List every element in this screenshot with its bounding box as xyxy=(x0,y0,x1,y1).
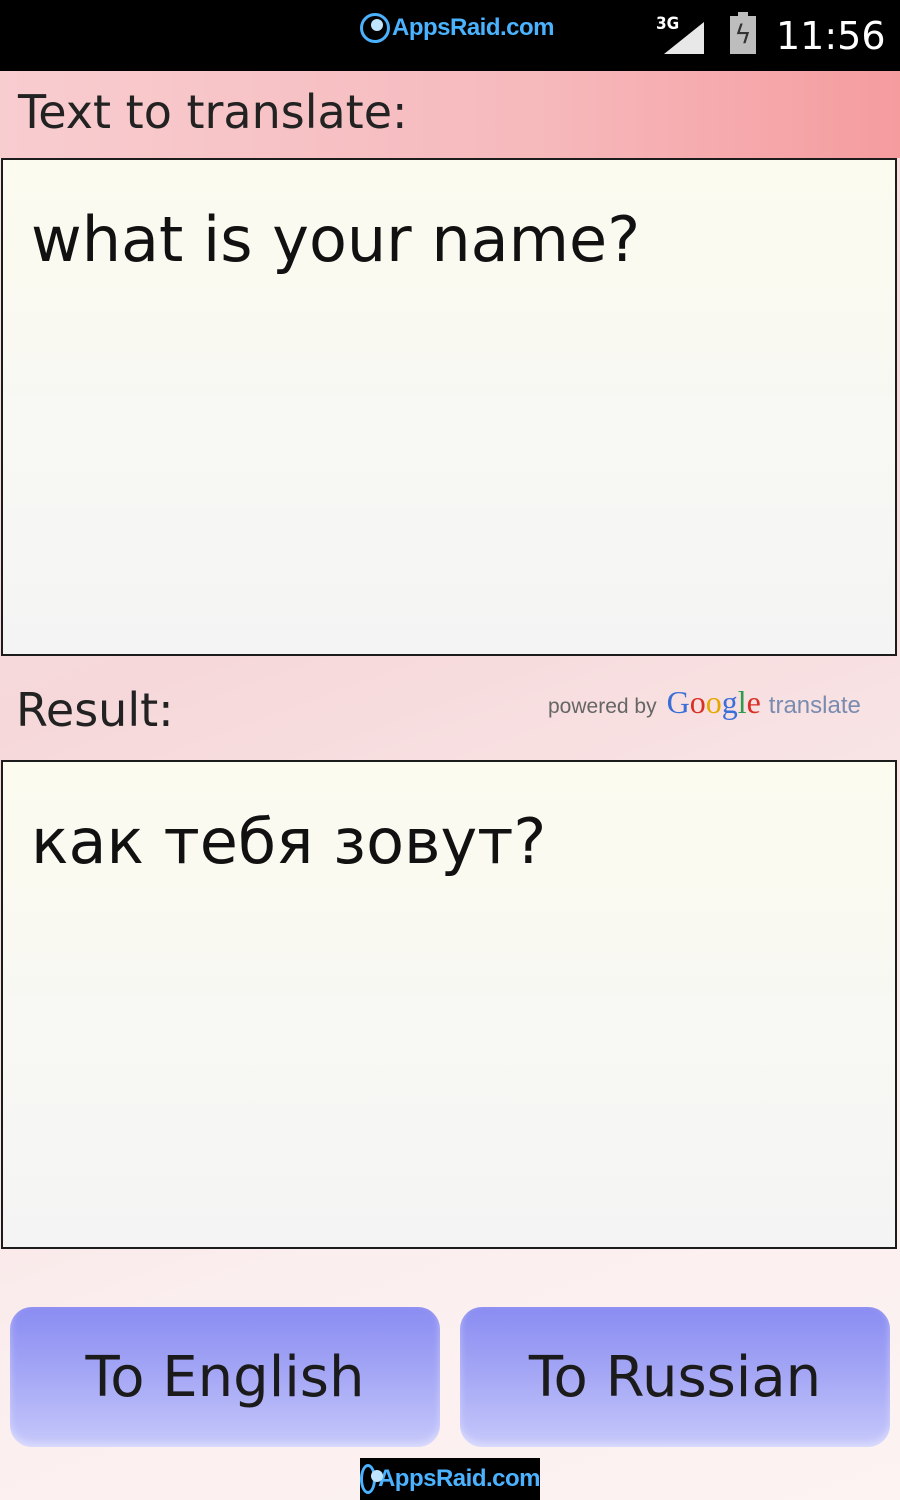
battery-charging-icon: ϟ xyxy=(730,12,756,54)
status-bar: AppsRaid.com 3G ϟ 11:56 xyxy=(0,0,900,71)
powered-by-text: powered by xyxy=(548,695,657,718)
appsraid-logo-icon xyxy=(360,1464,383,1494)
footer-watermark-text: AppsRaid.com xyxy=(377,1465,541,1492)
appsraid-logo-icon xyxy=(360,13,390,43)
result-label: Result: xyxy=(16,683,174,737)
powered-by-google-translate: powered by Google translate xyxy=(548,684,861,724)
source-label: Text to translate: xyxy=(18,85,408,139)
appsraid-footer-watermark: AppsRaid.com xyxy=(360,1458,541,1500)
watermark-text: AppsRaid.com xyxy=(392,14,555,41)
status-clock: 11:56 xyxy=(776,14,886,58)
source-text-value: what is your name? xyxy=(31,203,641,276)
to-russian-button[interactable]: To Russian xyxy=(460,1307,890,1447)
source-text-input[interactable]: what is your name? xyxy=(1,158,897,656)
google-logo: Google xyxy=(666,684,761,720)
appsraid-watermark: AppsRaid.com xyxy=(360,6,555,50)
result-text-box[interactable]: как тебя зовут? xyxy=(1,760,897,1249)
to-english-button[interactable]: To English xyxy=(10,1307,440,1447)
network-type-label: 3G xyxy=(656,14,680,34)
result-text-value: как тебя зовут? xyxy=(31,805,547,878)
network-indicator: 3G xyxy=(656,14,706,56)
translate-text: translate xyxy=(768,692,861,719)
